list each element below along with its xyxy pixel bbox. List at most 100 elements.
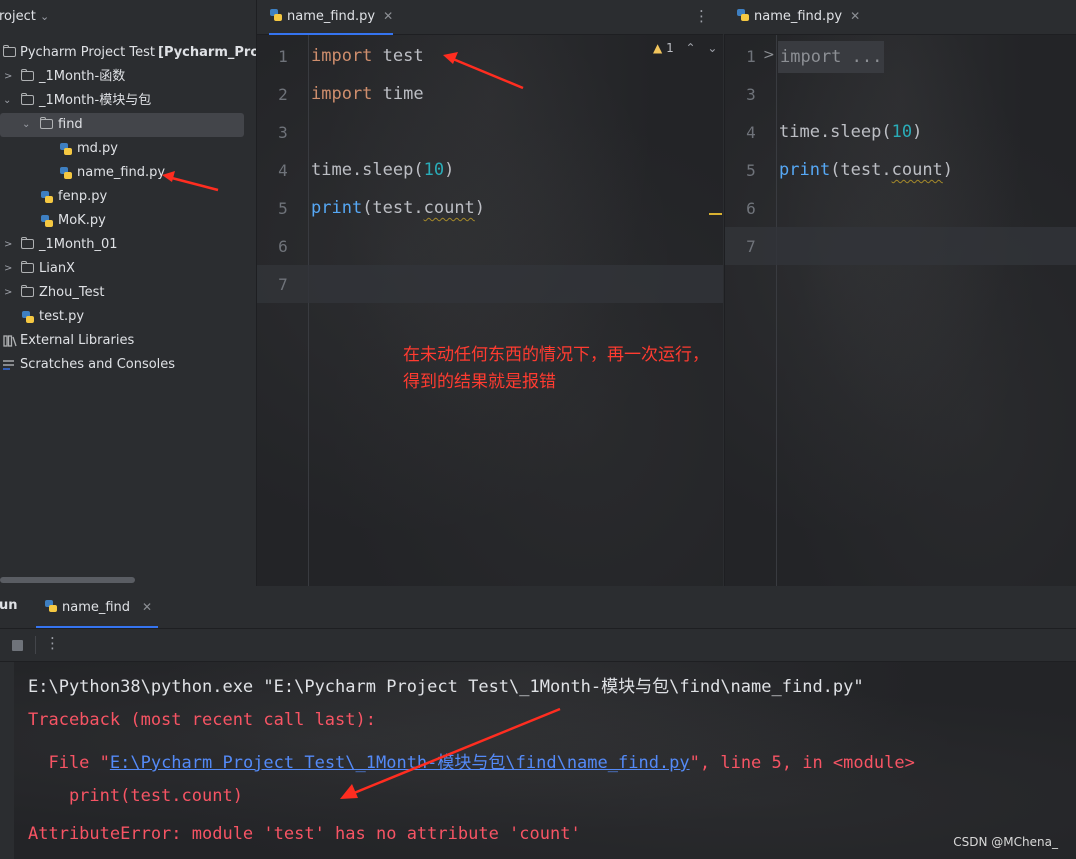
tree-item-1month-functions[interactable]: > _1Month-函数 <box>0 65 256 89</box>
run-tab-name-find[interactable]: name_find ✕ <box>36 586 159 628</box>
python-file-icon <box>41 215 53 227</box>
tree-item-label: MoK.py <box>58 213 106 228</box>
close-icon[interactable]: ✕ <box>142 600 152 614</box>
tab-name-find-right[interactable]: name_find.py ✕ <box>736 0 860 34</box>
active-tab-indicator <box>36 626 159 628</box>
folder-icon <box>2 44 16 57</box>
folded-imports[interactable]: import ... <box>778 41 885 73</box>
tree-item-label: External Libraries <box>20 333 135 348</box>
tree-item-label: _1Month-模块与包 <box>39 93 152 108</box>
console-output[interactable]: E:\Python38\python.exe "E:\Pycharm Proje… <box>0 662 1076 859</box>
chevron-right-icon[interactable]: > <box>4 65 14 89</box>
code-line-4: time.sleep(10) <box>779 122 923 142</box>
line-number: 1 <box>278 47 288 66</box>
tree-item-scratches[interactable]: Scratches and Consoles <box>0 353 256 377</box>
fold-chevron-icon[interactable]: > <box>763 47 775 63</box>
tree-item-root-path: [Pycharm_Projec <box>158 45 256 60</box>
close-icon[interactable]: ✕ <box>383 9 393 23</box>
python-file-icon <box>22 311 34 323</box>
editor-left[interactable]: 1 2 3 4 5 6 7 import test import time ti… <box>257 35 723 586</box>
tab-label: name_find.py <box>754 9 843 24</box>
folder-icon <box>20 284 34 297</box>
tree-item-md-py[interactable]: md.py <box>0 137 256 161</box>
stop-icon[interactable] <box>12 640 23 651</box>
run-tab-label: name_find <box>62 600 131 615</box>
code-line-2: import time <box>311 84 424 104</box>
annotation-line-1: 在未动任何东西的情况下，再一次运行， <box>403 345 709 365</box>
tree-item-label: Zhou_Test <box>39 285 105 300</box>
tree-item-external-libraries[interactable]: External Libraries <box>0 329 256 353</box>
folder-icon <box>20 260 34 273</box>
chevron-up-icon[interactable]: ⌃ <box>686 41 696 55</box>
editor-background-image <box>725 35 1076 586</box>
red-arrow-annotation <box>443 52 524 90</box>
console-code-line: print(test.count) <box>28 786 243 806</box>
tree-item-mok-py[interactable]: MoK.py <box>0 209 256 233</box>
tree-item-label: test.py <box>39 309 85 324</box>
tree-item-zhou-test[interactable]: > Zhou_Test <box>0 281 256 305</box>
chevron-down-icon[interactable]: ⌄ <box>3 89 13 113</box>
tree-item-1month-modules[interactable]: ⌄ _1Month-模块与包 <box>0 89 256 113</box>
warning-icon: ▲ <box>653 41 663 55</box>
gutter-divider <box>776 35 777 586</box>
library-icon <box>3 335 17 347</box>
python-file-icon <box>60 143 72 155</box>
more-options-icon[interactable]: ⋮ <box>694 0 709 32</box>
console-error-line: AttributeError: module 'test' has no att… <box>28 824 581 844</box>
warning-marker[interactable] <box>709 213 722 215</box>
tree-item-find[interactable]: ⌄ find <box>0 113 244 137</box>
chevron-down-icon[interactable]: ⌄ <box>22 113 32 137</box>
line-number: 6 <box>746 199 756 218</box>
line-number: 4 <box>746 123 756 142</box>
tree-item-label: LianX <box>39 261 75 276</box>
annotation-text: 在未动任何东西的情况下，再一次运行， 得到的结果就是报错 <box>403 342 709 396</box>
current-line-highlight <box>725 227 1076 265</box>
close-icon[interactable]: ✕ <box>850 9 860 23</box>
current-line-highlight <box>257 265 723 303</box>
console-command-line: E:\Python38\python.exe "E:\Pycharm Proje… <box>28 677 864 697</box>
python-file-icon <box>737 9 749 21</box>
tree-item-label: Scratches and Consoles <box>20 357 176 372</box>
chevron-right-icon[interactable]: > <box>4 233 14 257</box>
watermark: CSDN @MChena_ <box>953 835 1058 849</box>
project-panel-title: roject <box>0 9 36 24</box>
chevron-down-icon[interactable]: ⌄ <box>707 41 717 55</box>
tree-item-label: fenp.py <box>58 189 108 204</box>
python-file-icon <box>41 191 53 203</box>
inspection-count: 1 <box>666 41 674 55</box>
editor-right[interactable]: 1 3 4 5 6 7 > import ... time.sleep(10) … <box>724 35 1076 586</box>
folder-icon <box>20 236 34 249</box>
line-number: 2 <box>278 85 288 104</box>
chevron-down-icon[interactable]: ⌄ <box>40 0 49 34</box>
tree-item-lianx[interactable]: > LianX <box>0 257 256 281</box>
folder-icon <box>20 92 34 105</box>
tab-name-find-left[interactable]: name_find.py ✕ <box>269 0 394 35</box>
tree-item-1month-01[interactable]: > _1Month_01 <box>0 233 256 257</box>
tree-item-test-py[interactable]: test.py <box>0 305 256 329</box>
code-line-4: time.sleep(10) <box>311 160 455 180</box>
inspection-widget[interactable]: ▲ 1 ⌃ ⌄ <box>653 41 717 55</box>
tree-item-root[interactable]: Pycharm Project Test [Pycharm_Projec <box>0 41 256 65</box>
run-tabbar: un name_find ✕ <box>0 586 1076 629</box>
project-panel: roject ⌄ Pycharm Project Test [Pycharm_P… <box>0 0 257 586</box>
horizontal-scrollbar[interactable] <box>0 577 135 583</box>
annotation-line-2: 得到的结果就是报错 <box>403 372 556 392</box>
tree-item-label: find <box>58 117 83 132</box>
python-file-icon <box>270 9 282 21</box>
chevron-right-icon[interactable]: > <box>4 257 14 281</box>
folder-icon <box>39 116 53 129</box>
line-number: 5 <box>278 199 288 218</box>
line-number: 7 <box>746 237 756 256</box>
line-number: 6 <box>278 237 288 256</box>
more-options-icon[interactable]: ⋮ <box>45 634 60 652</box>
project-panel-header[interactable]: roject ⌄ <box>0 0 256 34</box>
line-number: 7 <box>278 275 288 294</box>
run-panel: un name_find ✕ ⋮ E:\Python38\python.exe "… <box>0 586 1076 859</box>
chevron-right-icon[interactable]: > <box>4 281 14 305</box>
console-left-strip <box>0 662 14 859</box>
code-line-5: print(test.count) <box>779 160 954 180</box>
toolbar-separator <box>35 636 36 654</box>
folder-icon <box>20 68 34 81</box>
editor-background-image <box>257 35 723 586</box>
code-line-5: print(test.count) <box>311 198 486 218</box>
